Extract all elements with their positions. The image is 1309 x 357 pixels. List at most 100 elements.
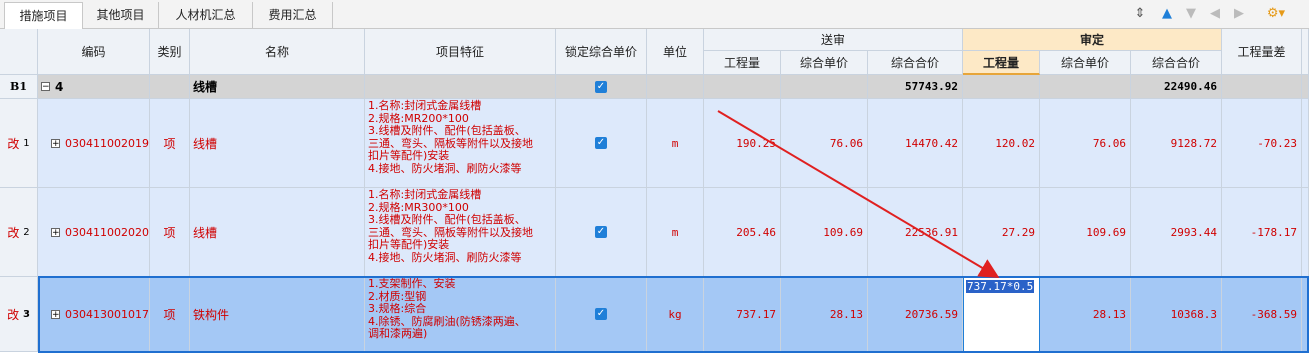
audit-qty-formula-input[interactable]: 737.17*0.5 [966,280,1035,293]
row-status: 改 [7,225,20,240]
col-header-features[interactable]: 项目特征 [365,29,556,75]
row2-audit-total[interactable]: 2993.44 [1131,188,1222,277]
row3-lock-cell[interactable]: ✓ [556,277,647,352]
row1-submit-total[interactable]: 14470.42 [868,99,963,188]
row-index: 2 [23,226,30,238]
row3-name[interactable]: 铁构件 [190,277,365,352]
expand-toggle-icon[interactable]: + [51,227,60,237]
move-up-icon[interactable]: ▲ [1158,5,1176,23]
row3-code-cell[interactable]: +030413001017 [38,277,150,352]
row-header-2[interactable]: 改 2 [0,188,38,277]
group-name[interactable]: 线槽 [190,75,365,99]
col-header-submit-price[interactable]: 综合单价 [781,51,868,75]
group-filler [1302,75,1309,99]
feature-line: 3.线槽及附件、配件(包括盖板、 [368,124,526,138]
group-audit-qty[interactable] [963,75,1040,99]
col-header-submit-qty[interactable]: 工程量 [704,51,781,75]
group-submit-total[interactable]: 57743.92 [868,75,963,99]
col-header-qty-diff[interactable]: 工程量差 [1222,29,1302,75]
row1-audit-qty[interactable]: 120.02 [963,99,1040,188]
group-features-cell[interactable] [365,75,556,99]
col-header-code[interactable]: 编码 [38,29,150,75]
row1-filler [1302,99,1309,188]
row2-qty-diff[interactable]: -178.17 [1222,188,1302,277]
row-status: 改 [7,307,20,322]
expand-toggle-icon[interactable]: + [51,138,60,148]
group-category-cell[interactable] [150,75,190,99]
col-header-lock-price[interactable]: 锁定综合单价 [556,29,647,75]
lock-price-checkbox[interactable]: ✓ [595,308,607,320]
group-qty-diff[interactable] [1222,75,1302,99]
row3-unit[interactable]: kg [647,277,704,352]
group-submit-qty[interactable] [704,75,781,99]
row1-unit[interactable]: m [647,99,704,188]
row1-category[interactable]: 项 [150,99,190,188]
row3-features[interactable]: 1.支架制作、安装 2.材质:型钢 3.规格:综合 4.除锈、防腐刷油(防锈漆两遍、调… [365,277,556,352]
collapse-toggle-icon[interactable]: − [41,82,50,92]
row3-submit-price[interactable]: 28.13 [781,277,868,352]
col-header-category[interactable]: 类别 [150,29,190,75]
tab-cost-summary[interactable]: 费用汇总 [253,2,333,28]
row3-submit-qty[interactable]: 737.17 [704,277,781,352]
row2-unit[interactable]: m [647,188,704,277]
row2-category[interactable]: 项 [150,188,190,277]
row1-features[interactable]: 1.名称:封闭式金属线槽 2.规格:MR200*100 3.线槽及附件、配件(包括盖… [365,99,556,188]
move-down-icon[interactable]: ▼ [1182,5,1200,23]
group-header-submitted: 送审 [704,29,963,51]
col-header-filler [1302,29,1309,75]
row2-audit-price[interactable]: 109.69 [1040,188,1131,277]
group-audit-total[interactable]: 22490.46 [1131,75,1222,99]
col-header-audit-price[interactable]: 综合单价 [1040,51,1131,75]
row2-lock-cell[interactable]: ✓ [556,188,647,277]
row2-submit-price[interactable]: 109.69 [781,188,868,277]
row-header-3[interactable]: 改 3 [0,277,38,352]
group-audit-price[interactable] [1040,75,1131,99]
group-submit-price[interactable] [781,75,868,99]
row3-audit-qty-editor[interactable]: 737.17*0.5 [963,277,1040,352]
row2-code-cell[interactable]: +030411002020 [38,188,150,277]
expand-collapse-icon[interactable]: ⇕ [1131,5,1149,23]
row2-submit-qty[interactable]: 205.46 [704,188,781,277]
group-code-cell[interactable]: − 4 [38,75,150,99]
row1-lock-cell[interactable]: ✓ [556,99,647,188]
row3-qty-diff[interactable]: -368.59 [1222,277,1302,352]
col-header-name[interactable]: 名称 [190,29,365,75]
row1-submit-price[interactable]: 76.06 [781,99,868,188]
col-header-submit-total[interactable]: 综合合价 [868,51,963,75]
row2-features[interactable]: 1.名称:封闭式金属线槽 2.规格:MR300*100 3.线槽及附件、配件(包括盖… [365,188,556,277]
col-header-unit[interactable]: 单位 [647,29,704,75]
row2-name[interactable]: 线槽 [190,188,365,277]
lock-price-checkbox[interactable]: ✓ [595,80,607,93]
row1-code-cell[interactable]: +030411002019 [38,99,150,188]
tab-measures[interactable]: 措施项目 [4,2,83,29]
tab-bar: 措施项目 其他项目 人材机汇总 费用汇总 ⇕ ▲ ▼ ◀ ▶ ⚙▾ [0,0,1309,29]
group-unit-cell[interactable] [647,75,704,99]
row3-audit-total[interactable]: 10368.3 [1131,277,1222,352]
row1-audit-total[interactable]: 9128.72 [1131,99,1222,188]
row3-submit-total[interactable]: 20736.59 [868,277,963,352]
settings-dropdown-icon[interactable]: ⚙▾ [1262,5,1290,23]
col-header-audit-total[interactable]: 综合合价 [1131,51,1222,75]
move-right-icon[interactable]: ▶ [1230,5,1248,23]
lock-price-checkbox[interactable]: ✓ [595,226,607,238]
feature-line: 1.支架制作、安装 [368,277,456,290]
row1-name[interactable]: 线槽 [190,99,365,188]
row-header-group[interactable]: B1 [0,75,38,99]
expand-toggle-icon[interactable]: + [51,309,60,319]
row3-category[interactable]: 项 [150,277,190,352]
row-header-1[interactable]: 改 1 [0,99,38,188]
row-index: 3 [22,308,30,320]
tab-labor-material-summary[interactable]: 人材机汇总 [159,2,253,28]
group-header-audited: 审定 [963,29,1222,51]
tab-other-items[interactable]: 其他项目 [83,2,159,28]
row1-submit-qty[interactable]: 190.25 [704,99,781,188]
col-header-audit-qty[interactable]: 工程量 [963,51,1040,75]
move-left-icon[interactable]: ◀ [1206,5,1224,23]
row1-qty-diff[interactable]: -70.23 [1222,99,1302,188]
group-lock-checkbox-cell[interactable]: ✓ [556,75,647,99]
lock-price-checkbox[interactable]: ✓ [595,137,607,149]
row2-submit-total[interactable]: 22536.91 [868,188,963,277]
row3-audit-price[interactable]: 28.13 [1040,277,1131,352]
row2-audit-qty[interactable]: 27.29 [963,188,1040,277]
row1-audit-price[interactable]: 76.06 [1040,99,1131,188]
